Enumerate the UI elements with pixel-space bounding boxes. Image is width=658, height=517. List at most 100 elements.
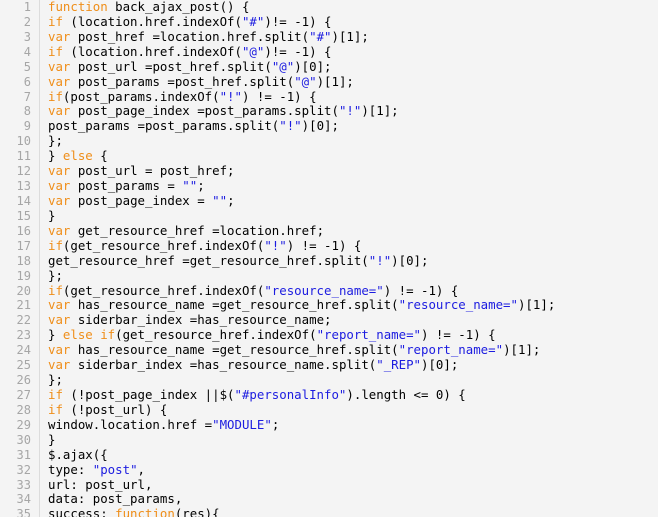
line-number[interactable]: 4 <box>0 44 40 60</box>
code-line[interactable]: 16 var get_resource_href =location.href; <box>0 223 658 239</box>
code-line[interactable]: 24 var has_resource_name =get_resource_hr… <box>0 343 658 359</box>
code-line-content[interactable]: var post_page_index =post_params.split("… <box>39 104 658 120</box>
line-number[interactable]: 5 <box>0 59 40 75</box>
line-number[interactable]: 7 <box>0 89 40 105</box>
line-number[interactable]: 32 <box>0 462 40 478</box>
code-line-content[interactable]: if (location.href.indexOf("#")!= -1) { <box>39 14 658 30</box>
line-number[interactable]: 33 <box>0 477 40 493</box>
code-line[interactable]: 9 post_params =post_params.split("!")[0]; <box>0 119 658 135</box>
line-number[interactable]: 13 <box>0 179 40 194</box>
code-line[interactable]: 22 var siderbar_index =has_resource_name; <box>0 313 658 329</box>
code-line[interactable]: 31 $.ajax({ <box>0 447 658 463</box>
code-line-content[interactable]: }; <box>39 268 658 284</box>
code-line[interactable]: 34 data: post_params, <box>0 492 658 508</box>
code-line-content[interactable]: if(get_resource_href.indexOf("resource_n… <box>39 283 658 299</box>
line-number[interactable]: 35 <box>0 507 40 517</box>
code-line[interactable]: 23} else if(get_resource_href.indexOf("r… <box>0 328 658 344</box>
line-number[interactable]: 14 <box>0 193 40 209</box>
code-line[interactable]: 2 if (location.href.indexOf("#")!= -1) { <box>0 14 658 30</box>
code-line[interactable]: 26}; <box>0 373 658 388</box>
code-line-content[interactable]: if (location.href.indexOf("@")!= -1) { <box>39 44 658 60</box>
code-line-content[interactable]: var post_page_index = ""; <box>39 193 658 209</box>
code-line-content[interactable]: $.ajax({ <box>39 447 658 463</box>
code-line[interactable]: 1 function back_ajax_post() { <box>0 0 658 15</box>
line-number[interactable]: 28 <box>0 402 40 418</box>
code-line[interactable]: 8 var post_page_index =post_params.split(… <box>0 104 658 120</box>
line-number[interactable]: 27 <box>0 387 40 403</box>
code-line-content[interactable]: }; <box>39 373 658 388</box>
line-number[interactable]: 1 <box>0 0 40 15</box>
line-number[interactable]: 9 <box>0 119 40 135</box>
code-line[interactable]: 5 var post_url =post_href.split("@")[0]; <box>0 59 658 75</box>
line-number[interactable]: 29 <box>0 417 40 433</box>
code-line[interactable]: 32 type: "post", <box>0 462 658 478</box>
code-line[interactable]: 11} else { <box>0 149 658 165</box>
line-number[interactable]: 31 <box>0 447 40 463</box>
code-line[interactable]: 29 window.location.href ="MODULE"; <box>0 417 658 433</box>
code-line[interactable]: 3 var post_href =location.href.split("#")… <box>0 29 658 45</box>
line-number[interactable]: 8 <box>0 104 40 120</box>
line-number[interactable]: 2 <box>0 14 40 30</box>
code-line-content[interactable]: var get_resource_href =location.href; <box>39 223 658 239</box>
code-line-content[interactable]: url: post_url, <box>39 477 658 493</box>
code-line[interactable]: 17 if(get_resource_href.indexOf("!") != -… <box>0 238 658 254</box>
code-line[interactable]: 19}; <box>0 268 658 284</box>
code-line[interactable]: 13 var post_params = ""; <box>0 179 658 194</box>
line-number[interactable]: 15 <box>0 208 40 224</box>
code-line-content[interactable]: } else { <box>39 149 658 165</box>
code-editor-pane[interactable]: 1 function back_ajax_post() {2 if (locatio… <box>0 0 658 517</box>
line-number[interactable]: 3 <box>0 29 40 45</box>
code-line-content[interactable]: var post_params =post_href.split("@")[1]… <box>39 74 658 90</box>
code-line-content[interactable]: if(post_params.indexOf("!") != -1) { <box>39 89 658 105</box>
code-line-content[interactable]: var siderbar_index =has_resource_name; <box>39 313 658 329</box>
line-number[interactable]: 26 <box>0 373 40 388</box>
code-line[interactable]: 4 if (location.href.indexOf("@")!= -1) { <box>0 44 658 60</box>
line-number[interactable]: 23 <box>0 328 40 344</box>
code-line-content[interactable]: var post_url = post_href; <box>39 164 658 180</box>
code-line[interactable]: 15} <box>0 208 658 224</box>
code-line-content[interactable]: success: function(res){ <box>39 507 658 517</box>
code-line-content[interactable]: type: "post", <box>39 462 658 478</box>
code-line[interactable]: 35 success: function(res){ <box>0 507 658 517</box>
code-line-content[interactable]: function back_ajax_post() { <box>39 0 658 15</box>
line-number[interactable]: 34 <box>0 492 40 508</box>
code-line[interactable]: 18 get_resource_href =get_resource_href.s… <box>0 253 658 269</box>
line-number[interactable]: 11 <box>0 149 40 165</box>
code-line-content[interactable]: data: post_params, <box>39 492 658 508</box>
line-number[interactable]: 21 <box>0 298 40 314</box>
code-line[interactable]: 21 var has_resource_name =get_resource_hr… <box>0 298 658 314</box>
line-number[interactable]: 12 <box>0 164 40 180</box>
code-line-content[interactable]: window.location.href ="MODULE"; <box>39 417 658 433</box>
code-line-content[interactable]: var has_resource_name =get_resource_href… <box>39 343 658 359</box>
code-line[interactable]: 28 if (!post_url) { <box>0 402 658 418</box>
code-line[interactable]: 10}; <box>0 134 658 150</box>
code-line-content[interactable]: var post_href =location.href.split("#")[… <box>39 29 658 45</box>
line-number[interactable]: 22 <box>0 313 40 329</box>
code-line-content[interactable]: if (!post_page_index ||$("#personalInfo"… <box>39 387 658 403</box>
line-number[interactable]: 20 <box>0 283 40 299</box>
line-number[interactable]: 24 <box>0 343 40 359</box>
line-number[interactable]: 19 <box>0 268 40 284</box>
line-number[interactable]: 30 <box>0 432 40 448</box>
line-number[interactable]: 25 <box>0 358 40 374</box>
code-line-content[interactable]: var siderbar_index =has_resource_name.sp… <box>39 358 658 374</box>
line-number[interactable]: 16 <box>0 223 40 239</box>
code-line-content[interactable]: }; <box>39 134 658 150</box>
code-line-content[interactable]: var has_resource_name =get_resource_href… <box>39 298 658 314</box>
code-line[interactable]: 27 if (!post_page_index ||$("#personalInf… <box>0 387 658 403</box>
code-line[interactable]: 14 var post_page_index = ""; <box>0 193 658 209</box>
code-line[interactable]: 33 url: post_url, <box>0 477 658 493</box>
line-number[interactable]: 10 <box>0 134 40 150</box>
code-line[interactable]: 30} <box>0 432 658 448</box>
code-line-content[interactable]: if (!post_url) { <box>39 402 658 418</box>
code-line[interactable]: 6 var post_params =post_href.split("@")[1… <box>0 74 658 90</box>
code-line[interactable]: 20 if(get_resource_href.indexOf("resource… <box>0 283 658 299</box>
code-line-content[interactable]: post_params =post_params.split("!")[0]; <box>39 119 658 135</box>
code-line[interactable]: 12 var post_url = post_href; <box>0 164 658 180</box>
code-line-content[interactable]: var post_params = ""; <box>39 179 658 194</box>
code-line-content[interactable]: if(get_resource_href.indexOf("!") != -1)… <box>39 238 658 254</box>
code-line-content[interactable]: } <box>39 432 658 448</box>
line-number[interactable]: 18 <box>0 253 40 269</box>
code-line-content[interactable]: get_resource_href =get_resource_href.spl… <box>39 253 658 269</box>
code-line[interactable]: 25 var siderbar_index =has_resource_name.… <box>0 358 658 374</box>
